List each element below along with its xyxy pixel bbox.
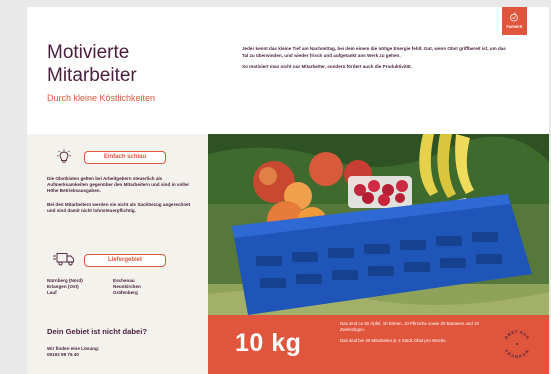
pill-einfach-schlau: Einfach schlau — [84, 151, 166, 164]
tax-text-2: Bei den Mitarbeitern werden sie nicht al… — [47, 202, 191, 214]
intro-paragraph-2: So motiviert man nicht nur Mitarbeiter, … — [242, 64, 412, 70]
delivery-area: Gräfenberg — [113, 290, 138, 296]
delivery-list-right: Eschenau Neunkirchen Gräfenberg — [113, 278, 141, 297]
page-subtitle: Durch kleine Köstlichkeiten — [47, 93, 156, 103]
fruit-crate-photo — [208, 134, 549, 315]
logo-wordmark: FARMER — [506, 25, 523, 29]
lightbulb-icon — [57, 149, 71, 163]
origin-stamp: OBST AUS FRANKEN — [503, 329, 530, 359]
phone-number: 09192 99 76 40 — [47, 352, 79, 358]
quantity-paragraph-2: Das sind bei 40 Mitarbeiter je 2 Stück O… — [340, 337, 447, 343]
quantity-paragraph-1: Das sind ca 30 Äpfel, 10 Birnen, 10 Pfir… — [340, 321, 479, 333]
cta-heading: Dein Gebiet ist nicht dabei? — [47, 327, 147, 336]
intro-text: Jeder kennt das kleine Tief am Nachmitta… — [242, 46, 510, 76]
tax-text-1: Die Obstkisten gelten bei Arbeitgebern s… — [47, 176, 190, 194]
delivery-area: Lauf — [47, 290, 57, 296]
fruit-logo-icon — [510, 12, 518, 22]
title-line-1: Motivierte — [47, 42, 130, 63]
fruit-crate-illustration — [208, 134, 549, 315]
quantity-value: 10 kg — [235, 329, 302, 357]
delivery-list-left: Nürnberg (Nord) Erlangen (Ost) Lauf — [47, 278, 83, 297]
svg-text:OBST AUS: OBST AUS — [503, 329, 530, 340]
cta-contact: Wir finden eine Lösung: 09192 99 76 40 — [47, 346, 99, 358]
quantity-banner: 10 kg Das sind ca 30 Äpfel, 10 Birnen, 1… — [208, 315, 549, 374]
pill-liefergebiet: Liefergebiet — [84, 254, 166, 267]
stamp-top-text: OBST AUS — [503, 329, 530, 340]
title-line-2: Mitarbeiter — [47, 65, 137, 86]
quantity-description: Das sind ca 30 Äpfel, 10 Birnen, 10 Pfir… — [340, 321, 485, 348]
brochure-page: Motivierte Mitarbeiter Durch kleine Köst… — [27, 7, 549, 374]
stamp-bottom-text: FRANKEN — [504, 349, 530, 359]
svg-text:FRANKEN: FRANKEN — [504, 349, 530, 359]
intro-paragraph-1: Jeder kennt das kleine Tief am Nachmitta… — [242, 46, 506, 58]
page-title: Motivierte Mitarbeiter — [47, 41, 247, 87]
brand-logo: FARMER — [502, 7, 527, 35]
delivery-truck-icon — [53, 253, 74, 266]
